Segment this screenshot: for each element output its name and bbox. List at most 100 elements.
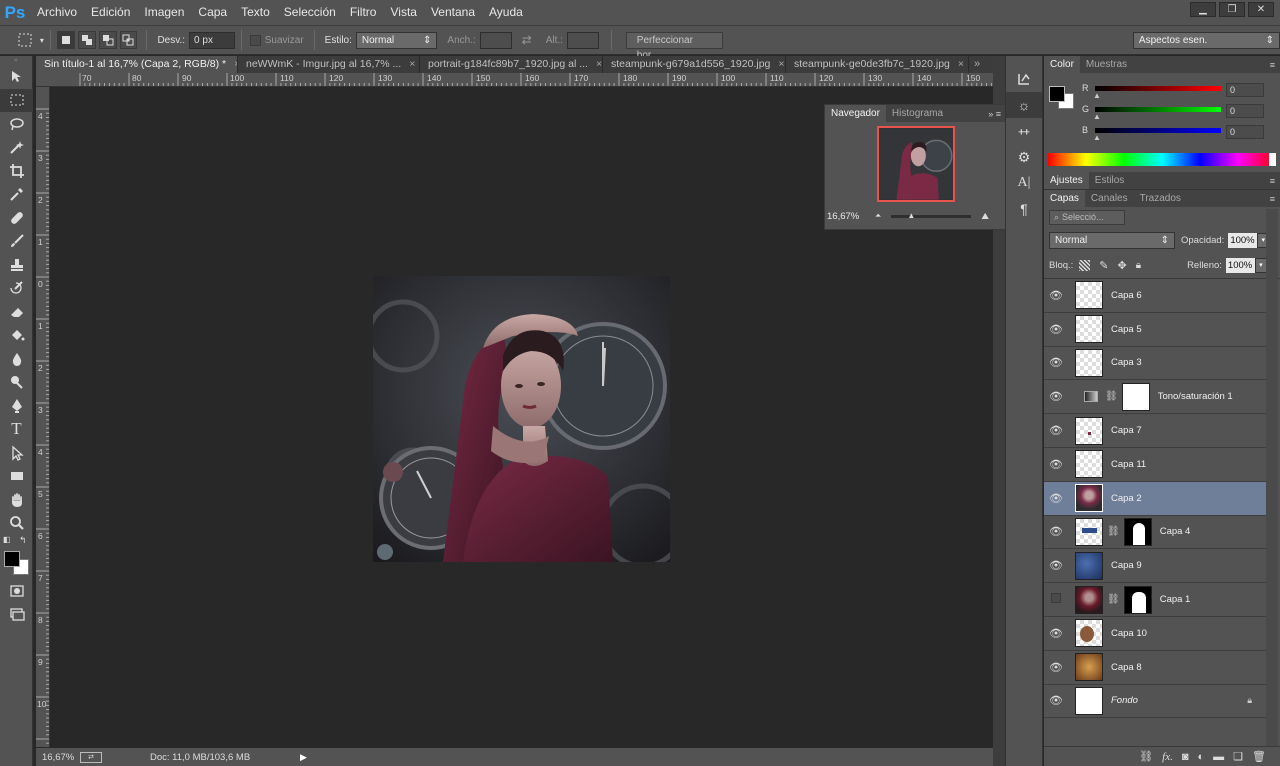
adjustment-layer-icon[interactable]: ◐ xyxy=(1198,751,1205,763)
brush-presets-icon[interactable]: ᚐᚐ xyxy=(1006,118,1042,144)
menu-capa[interactable]: Capa xyxy=(191,0,234,25)
move-tool-icon[interactable] xyxy=(0,65,33,89)
r-slider-thumb[interactable]: ▲ xyxy=(1093,91,1101,100)
close-tab-icon[interactable]: × xyxy=(958,56,964,73)
add-mask-icon[interactable]: ◙ xyxy=(1182,751,1189,763)
horizontal-ruler[interactable]: 70 80 90 100 110 120 130 140 150 160 170… xyxy=(36,73,993,87)
blend-mode-select[interactable]: Normal ⇕ xyxy=(1049,232,1175,249)
layer-row[interactable]: 👁︎ ⛓ Capa 4 xyxy=(1044,516,1266,550)
tab-navigator[interactable]: Navegador xyxy=(825,105,886,122)
height-input[interactable] xyxy=(566,31,599,49)
menu-ayuda[interactable]: Ayuda xyxy=(482,0,530,25)
screen-mode-icon[interactable] xyxy=(0,603,33,627)
layer-row[interactable]: 👁︎ Capa 3 xyxy=(1044,347,1266,381)
hand-tool-icon[interactable] xyxy=(0,488,33,512)
visibility-eye-icon[interactable]: 👁︎ xyxy=(1044,390,1068,403)
layer-filter-select[interactable]: ⌕ Selecció... xyxy=(1049,210,1125,225)
layer-row[interactable]: 👁︎ Capa 10 xyxy=(1044,617,1266,651)
menu-imagen[interactable]: Imagen xyxy=(137,0,191,25)
brush-tool-icon[interactable] xyxy=(0,230,33,254)
clone-stamp-tool-icon[interactable] xyxy=(0,253,33,277)
actions-panel-icon[interactable]: ☼ xyxy=(1006,92,1042,118)
lock-position-icon[interactable]: ✥ xyxy=(1118,259,1127,272)
more-tabs-icon[interactable]: » xyxy=(969,56,985,73)
panel-menu-icon[interactable]: ≡ xyxy=(1270,60,1280,70)
tab-adjustments[interactable]: Ajustes xyxy=(1044,172,1089,189)
layer-row-selected[interactable]: 👁︎ Capa 2 xyxy=(1044,481,1266,516)
export-icon[interactable]: ⇄ xyxy=(80,751,102,763)
layer-row[interactable]: 👁︎ Capa 5 xyxy=(1044,313,1266,347)
link-layers-icon[interactable]: ⛓ xyxy=(1139,750,1153,763)
quick-mask-icon[interactable] xyxy=(0,579,33,603)
menu-vista[interactable]: Vista xyxy=(383,0,423,25)
close-button[interactable]: ✕ xyxy=(1248,2,1274,17)
zoom-out-icon[interactable]: ⏶ xyxy=(875,211,881,221)
close-tab-icon[interactable]: × xyxy=(409,56,415,73)
navigator-zoom-value[interactable]: 16,67% xyxy=(827,211,875,222)
history-panel-icon[interactable] xyxy=(1006,66,1042,92)
character-panel-icon[interactable]: A| xyxy=(1006,170,1042,196)
panel-menu-icon[interactable]: » ≡ xyxy=(988,109,1005,119)
visibility-eye-icon[interactable]: 👁︎ xyxy=(1044,492,1068,505)
layer-style-icon[interactable]: fx. xyxy=(1162,751,1173,763)
tab-channels[interactable]: Canales xyxy=(1085,190,1134,207)
visibility-eye-icon[interactable]: 👁︎ xyxy=(1044,627,1068,640)
g-slider-thumb[interactable]: ▲ xyxy=(1093,112,1101,121)
preset-dropdown-icon[interactable]: ▾ xyxy=(40,36,44,45)
zoom-slider-thumb[interactable]: ▲ xyxy=(907,211,915,220)
visibility-eye-icon[interactable]: 👁︎ xyxy=(1044,525,1068,538)
path-selection-tool-icon[interactable] xyxy=(0,441,33,465)
type-tool-icon[interactable]: T xyxy=(0,418,33,442)
rectangle-tool-icon[interactable] xyxy=(0,465,33,489)
white-swatch[interactable] xyxy=(1269,153,1276,166)
swap-colors-icon[interactable]: ↰ xyxy=(19,535,27,546)
refine-edge-button[interactable]: Perfeccionar bor. xyxy=(625,31,723,61)
g-value-input[interactable]: 0 xyxy=(1226,104,1264,118)
collapse-icon[interactable]: » xyxy=(0,56,32,65)
menu-filtro[interactable]: Filtro xyxy=(343,0,384,25)
layer-row[interactable]: ⛓ Capa 1 xyxy=(1044,583,1266,617)
tab-document-4[interactable]: steampunk-g679a1d556_1920.jpg × xyxy=(603,56,786,73)
fill-input[interactable]: 100% xyxy=(1225,258,1255,273)
style-select[interactable]: Normal ⇕ xyxy=(355,31,438,49)
lock-pixels-icon[interactable]: ✎ xyxy=(1099,259,1108,272)
tab-document-5[interactable]: steampunk-ge0de3fb7c_1920.jpg × xyxy=(786,56,969,73)
panel-menu-icon[interactable]: ≡ xyxy=(1270,194,1280,204)
eraser-tool-icon[interactable] xyxy=(0,300,33,324)
tab-paths[interactable]: Trazados xyxy=(1134,190,1187,207)
mask-link-icon[interactable]: ⛓ xyxy=(1107,526,1120,537)
b-value-input[interactable]: 0 xyxy=(1226,125,1264,139)
lock-transparency-icon[interactable] xyxy=(1079,260,1091,271)
layer-row[interactable]: 👁︎ Fondo 🔒︎ xyxy=(1044,685,1266,719)
menu-seleccion[interactable]: Selección xyxy=(277,0,343,25)
tab-color[interactable]: Color xyxy=(1044,56,1080,73)
mask-link-icon[interactable]: ⛓ xyxy=(1105,391,1118,402)
tab-document-2[interactable]: neWWmK - Imgur.jpg al 16,7% ... × xyxy=(238,56,420,73)
tab-layers[interactable]: Capas xyxy=(1044,190,1085,207)
b-slider[interactable] xyxy=(1095,128,1221,133)
tab-styles[interactable]: Estilos xyxy=(1089,172,1130,189)
paint-bucket-tool-icon[interactable] xyxy=(0,324,33,348)
r-slider[interactable] xyxy=(1095,86,1221,91)
layer-row[interactable]: 👁︎ Capa 6 xyxy=(1044,279,1266,313)
menu-ventana[interactable]: Ventana xyxy=(424,0,482,25)
visibility-eye-icon[interactable]: 👁︎ xyxy=(1044,289,1068,302)
opacity-input[interactable]: 100% xyxy=(1228,233,1258,248)
feather-input[interactable]: 0 px xyxy=(189,31,235,49)
new-selection-icon[interactable] xyxy=(56,31,75,49)
menu-edicion[interactable]: Edición xyxy=(84,0,137,25)
status-menu-arrow-icon[interactable]: ▶ xyxy=(300,752,307,763)
restore-button[interactable]: ❐ xyxy=(1219,2,1245,17)
tab-document-1[interactable]: Sin título-1 al 16,7% (Capa 2, RGB/8) *× xyxy=(36,56,238,73)
zoom-in-icon[interactable]: ⛰ xyxy=(981,211,989,222)
layer-row[interactable]: 👁︎ Capa 11 xyxy=(1044,448,1266,482)
antialias-checkbox[interactable] xyxy=(249,34,261,46)
lasso-tool-icon[interactable] xyxy=(0,112,33,136)
zoom-level[interactable]: 16,67% xyxy=(42,752,78,763)
history-brush-tool-icon[interactable] xyxy=(0,277,33,301)
vertical-ruler[interactable]: 4 3 2 1 0 1 2 3 4 5 6 7 8 9 10 xyxy=(36,87,50,747)
pen-tool-icon[interactable] xyxy=(0,394,33,418)
menu-texto[interactable]: Texto xyxy=(234,0,277,25)
swap-icon[interactable]: ⇄ xyxy=(522,33,532,47)
zoom-tool-icon[interactable] xyxy=(0,512,33,536)
